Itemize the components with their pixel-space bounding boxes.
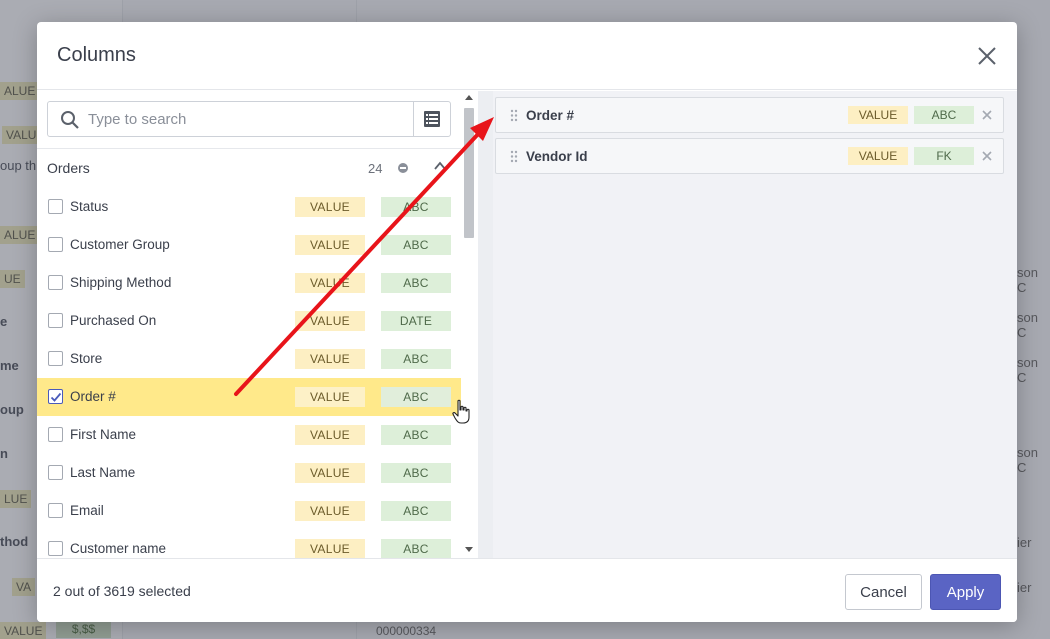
dialog-header: Columns [37,22,1017,90]
value-tag: VALUE [295,387,365,407]
scroll-up-arrow-icon[interactable] [465,95,473,100]
list-item[interactable]: Last Name VALUE ABC [37,454,461,492]
list-scrollbar[interactable] [461,91,477,558]
checkbox[interactable] [48,275,63,290]
value-tag: VALUE [295,349,365,369]
column-label: Shipping Method [70,275,172,290]
checkbox[interactable] [48,237,63,252]
checkbox[interactable] [48,313,63,328]
type-tag: ABC [381,501,451,521]
list-item[interactable]: Status VALUE ABC [37,188,461,226]
checkbox[interactable] [48,351,63,366]
search-box [47,101,451,137]
drag-handle-icon[interactable] [510,150,518,163]
value-tag: VALUE [295,463,365,483]
columns-dialog: Columns Orders 24 [37,22,1017,622]
list-item[interactable]: Customer Group VALUE ABC [37,226,461,264]
apply-button[interactable]: Apply [930,574,1001,610]
group-count: 24 [368,161,383,176]
column-label: Purchased On [70,313,157,328]
selected-column-card[interactable]: Vendor Id VALUE FK [495,138,1004,174]
type-tag: DATE [381,311,451,331]
list-item[interactable]: Shipping Method VALUE ABC [37,264,461,302]
close-icon [978,47,996,65]
type-tag: ABC [381,425,451,445]
column-label: Order # [70,389,116,404]
close-button[interactable] [975,44,999,68]
available-columns-panel: Orders 24 Status VALUE ABC Customer Grou… [37,91,478,559]
hand-pointer-icon [452,399,470,424]
type-tag: FK [914,147,974,165]
selected-column-card[interactable]: Order # VALUE ABC [495,97,1004,133]
list-item[interactable]: Purchased On VALUE DATE [37,302,461,340]
value-tag: VALUE [295,539,365,559]
value-tag: VALUE [295,425,365,445]
dialog-footer: 2 out of 3619 selected Cancel Apply [37,558,1017,622]
value-tag: VALUE [848,106,908,124]
value-tag: VALUE [848,147,908,165]
cancel-button[interactable]: Cancel [845,574,922,610]
type-tag: ABC [381,387,451,407]
panel-divider [478,91,493,558]
list-icon [424,111,440,127]
value-tag: VALUE [295,273,365,293]
column-label: Store [70,351,103,366]
drag-handle-icon[interactable] [510,109,518,122]
checkbox[interactable] [48,465,63,480]
column-label: Status [70,199,109,214]
list-item-selected[interactable]: Order # VALUE ABC [37,378,461,416]
dialog-body: Orders 24 Status VALUE ABC Customer Grou… [37,91,1017,559]
checkbox[interactable] [48,503,63,518]
remove-icon[interactable] [980,108,994,122]
column-list: Status VALUE ABC Customer Group VALUE AB… [37,188,461,568]
checkbox[interactable] [48,427,63,442]
value-tag: VALUE [295,235,365,255]
type-tag: ABC [381,273,451,293]
selected-column-label: Order # [526,108,575,123]
list-item[interactable]: Store VALUE ABC [37,340,461,378]
type-tag: ABC [914,106,974,124]
type-tag: ABC [381,235,451,255]
type-tag: ABC [381,463,451,483]
checkmark-icon [50,392,62,402]
column-label: Customer name [70,541,167,556]
value-tag: VALUE [295,311,365,331]
search-icon [61,111,79,129]
value-tag: VALUE [295,197,365,217]
column-label: Last Name [70,465,136,480]
selected-columns-panel: Order # VALUE ABC Vendor Id VALUE FK [493,91,1017,558]
type-tag: ABC [381,539,451,559]
checkbox[interactable] [48,541,63,556]
list-item[interactable]: First Name VALUE ABC [37,416,461,454]
type-tag: ABC [381,349,451,369]
scroll-down-arrow-icon[interactable] [465,547,473,552]
group-header-orders[interactable]: Orders 24 [37,148,461,186]
column-label: Customer Group [70,237,170,252]
type-tag: ABC [381,197,451,217]
deselect-group-icon[interactable] [398,163,408,173]
dialog-title: Columns [57,44,136,66]
remove-icon[interactable] [980,149,994,163]
group-label: Orders [47,160,90,176]
selected-column-label: Vendor Id [526,149,588,164]
search-input[interactable] [88,102,408,136]
checkbox-checked[interactable] [48,389,63,404]
column-label: Email [70,503,104,518]
checkbox[interactable] [48,199,63,214]
column-label: First Name [70,427,137,442]
selection-count: 2 out of 3619 selected [53,583,191,599]
list-view-button[interactable] [413,102,450,136]
value-tag: VALUE [295,501,365,521]
scrollbar-thumb[interactable] [464,108,474,238]
chevron-up-icon[interactable] [433,159,447,173]
list-item[interactable]: Email VALUE ABC [37,492,461,530]
